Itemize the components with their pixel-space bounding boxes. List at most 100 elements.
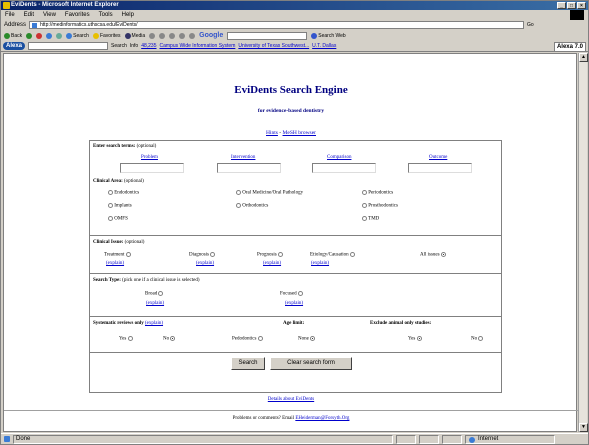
etiology-explain-link[interactable]: (explain) bbox=[311, 261, 329, 266]
animal-no[interactable]: No bbox=[471, 336, 484, 342]
area-tmd[interactable]: TMD bbox=[362, 216, 379, 222]
footer-email-link[interactable]: EHeiderman@Forsyth.Org bbox=[295, 416, 349, 421]
search-button[interactable]: Search bbox=[66, 32, 89, 39]
diagnosis-explain-link[interactable]: (explain) bbox=[196, 261, 214, 266]
search-type-label: Search Type: (pick one if a clinical iss… bbox=[93, 278, 200, 283]
search-web-icon bbox=[311, 32, 318, 39]
alexa-rank[interactable]: 48,235 bbox=[141, 43, 156, 49]
alexa-link-utd[interactable]: U.T. Dallas bbox=[312, 43, 336, 49]
mesh-browser-link[interactable]: MeSH browser bbox=[283, 130, 316, 136]
intervention-input[interactable] bbox=[217, 163, 281, 173]
minimize-button[interactable]: _ bbox=[557, 2, 566, 9]
page-subtitle: for evidence-based dentistry bbox=[257, 108, 325, 114]
mail-icon[interactable] bbox=[159, 32, 166, 39]
issue-etiology[interactable]: Etiology/Causation bbox=[310, 252, 355, 258]
home-icon[interactable] bbox=[56, 32, 63, 39]
go-button[interactable]: Go bbox=[527, 22, 534, 28]
done-page-icon bbox=[4, 436, 10, 442]
alexa-search-input[interactable] bbox=[28, 42, 109, 50]
areas-label: Clinical Area: (optional) bbox=[93, 179, 144, 184]
favorites-button[interactable]: Favorites bbox=[92, 32, 121, 39]
media-button[interactable]: Media bbox=[124, 32, 145, 39]
close-button[interactable]: × bbox=[577, 2, 586, 9]
scroll-up-arrow-icon[interactable]: ▲ bbox=[579, 53, 588, 62]
problem-link[interactable]: Problem bbox=[141, 155, 158, 160]
page-title: EviDents Search Engine bbox=[234, 84, 348, 96]
focused-explain-link[interactable]: (explain) bbox=[285, 301, 303, 306]
systematic-yes[interactable]: Yes bbox=[119, 336, 133, 342]
alexa-version: Alexa 7.0 bbox=[553, 42, 586, 52]
search-type-focused[interactable]: Focused bbox=[280, 291, 303, 297]
menu-edit[interactable]: Edit bbox=[24, 12, 34, 18]
problem-input[interactable] bbox=[120, 163, 184, 173]
edit-icon[interactable] bbox=[179, 32, 186, 39]
menu-view[interactable]: View bbox=[43, 12, 56, 18]
ie-icon bbox=[3, 2, 10, 9]
hints-link[interactable]: Hints bbox=[266, 130, 278, 136]
search-button[interactable]: Search bbox=[231, 357, 265, 370]
print-icon[interactable] bbox=[169, 32, 176, 39]
search-type-broad[interactable]: Broad bbox=[145, 291, 164, 297]
vertical-scrollbar[interactable]: ▲ ▼ bbox=[578, 53, 588, 432]
issue-prognosis[interactable]: Prognosis bbox=[257, 252, 283, 258]
intervention-link[interactable]: Intervention bbox=[231, 155, 255, 160]
age-pedodontics[interactable]: Pedodontics bbox=[232, 336, 263, 342]
systematic-explain-link[interactable]: (explain) bbox=[145, 321, 163, 326]
status-segment bbox=[396, 434, 416, 444]
outcome-link[interactable]: Outcome bbox=[429, 155, 447, 160]
history-icon[interactable] bbox=[149, 32, 156, 39]
outcome-input[interactable] bbox=[408, 163, 472, 173]
issue-diagnosis[interactable]: Diagnosis bbox=[189, 252, 216, 258]
animal-yes[interactable]: Yes bbox=[408, 336, 422, 342]
discuss-icon[interactable] bbox=[189, 32, 196, 39]
google-search-input[interactable] bbox=[227, 31, 308, 40]
alexa-link-campus[interactable]: Campus Wide Information System bbox=[160, 43, 236, 49]
star-icon bbox=[92, 32, 99, 39]
comparison-link[interactable]: Comparison bbox=[327, 155, 351, 160]
area-oral-medicine[interactable]: Oral Medicine/Oral Pathology bbox=[236, 190, 303, 196]
windows-logo-icon bbox=[570, 10, 584, 20]
help-links: Hints - MeSH browser bbox=[266, 130, 316, 136]
divider bbox=[90, 352, 501, 353]
area-periodontics[interactable]: Periodontics bbox=[362, 190, 393, 196]
menu-file[interactable]: File bbox=[5, 12, 15, 18]
systematic-no[interactable]: No bbox=[163, 336, 176, 342]
age-none[interactable]: None bbox=[298, 336, 316, 342]
prognosis-explain-link[interactable]: (explain) bbox=[263, 261, 281, 266]
zone-indicator: Internet bbox=[465, 434, 555, 444]
alexa-search-button[interactable]: Search bbox=[111, 43, 127, 49]
status-segment bbox=[442, 434, 462, 444]
scroll-down-arrow-icon[interactable]: ▼ bbox=[579, 423, 588, 432]
comparison-input[interactable] bbox=[312, 163, 376, 173]
address-input[interactable]: http://medinformatics.uthscsa.edu/EviDen… bbox=[29, 21, 525, 29]
search-web-button[interactable]: Search Web bbox=[311, 32, 346, 39]
stop-icon[interactable] bbox=[36, 32, 43, 39]
alexa-info-button[interactable]: Info bbox=[130, 43, 138, 49]
google-logo: Google bbox=[199, 32, 224, 39]
maximize-button[interactable]: □ bbox=[567, 2, 576, 9]
alexa-logo[interactable]: Alexa bbox=[3, 42, 26, 50]
clear-search-form-button[interactable]: Clear search form bbox=[270, 357, 352, 370]
details-link[interactable]: Details about EviDents bbox=[4, 397, 578, 402]
area-orthodontics[interactable]: Orthodontics bbox=[236, 203, 268, 209]
media-icon bbox=[124, 32, 131, 39]
area-omfs[interactable]: OMFS bbox=[108, 216, 128, 222]
issue-treatment[interactable]: Treatment bbox=[104, 252, 131, 258]
age-limit-label: Age limit: bbox=[283, 321, 305, 326]
treatment-explain-link[interactable]: (explain) bbox=[106, 261, 124, 266]
menu-favorites[interactable]: Favorites bbox=[65, 12, 90, 18]
alexa-link-utsw[interactable]: University of Texas Southwest... bbox=[238, 43, 309, 49]
page-viewport: EviDents Search Engine for evidence-base… bbox=[3, 53, 578, 432]
address-url: http://medinformatics.uthscsa.edu/EviDen… bbox=[40, 22, 138, 28]
area-endodontics[interactable]: Endodontics bbox=[108, 190, 139, 196]
forward-arrow-icon[interactable] bbox=[26, 32, 33, 39]
back-button[interactable]: Back bbox=[4, 32, 22, 39]
menu-help[interactable]: Help bbox=[122, 12, 134, 18]
page-icon bbox=[32, 23, 38, 28]
issue-all[interactable]: All issues bbox=[420, 252, 446, 258]
broad-explain-link[interactable]: (explain) bbox=[146, 301, 164, 306]
refresh-icon[interactable] bbox=[46, 32, 53, 39]
area-prosthodontics[interactable]: Prosthodontics bbox=[362, 203, 398, 209]
area-implants[interactable]: Implants bbox=[108, 203, 132, 209]
menu-tools[interactable]: Tools bbox=[99, 12, 113, 18]
